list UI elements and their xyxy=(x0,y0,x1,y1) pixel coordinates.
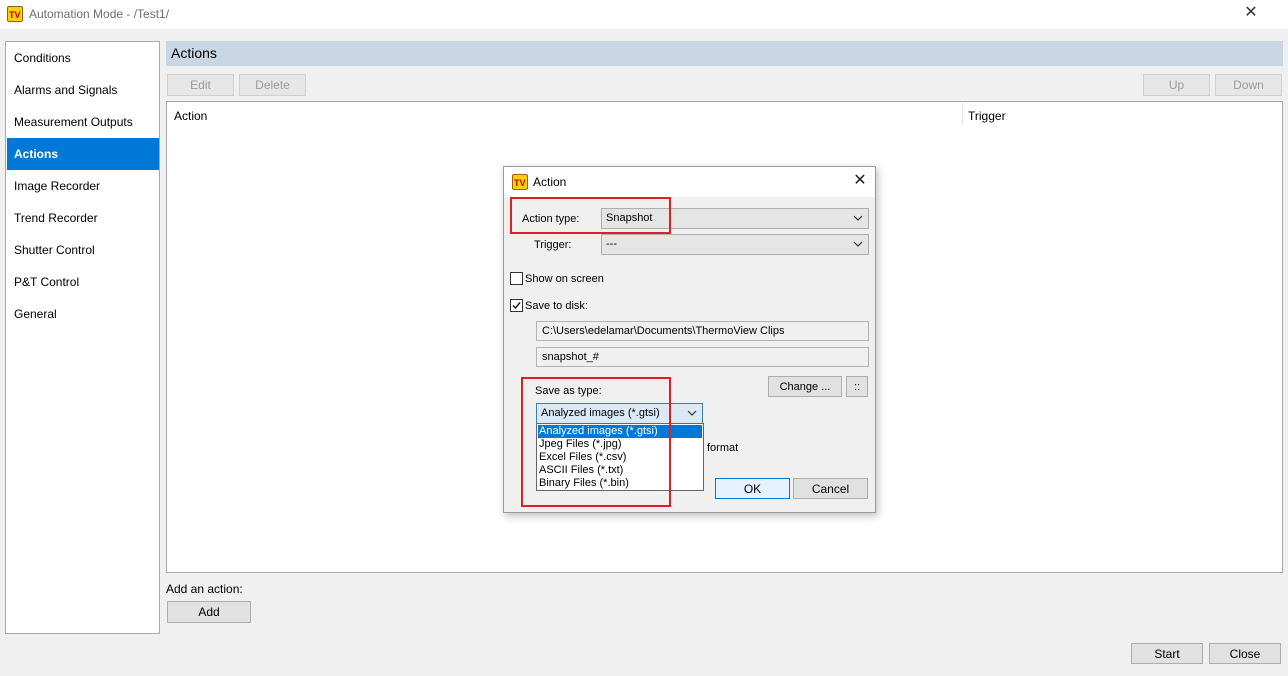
save-to-disk-checkbox[interactable] xyxy=(510,299,523,312)
section-header xyxy=(166,41,1283,66)
trigger-label: Trigger: xyxy=(534,239,572,251)
show-on-screen-label[interactable]: Show on screen xyxy=(525,273,604,285)
checkmark-icon xyxy=(512,302,521,310)
cancel-button[interactable]: Cancel xyxy=(793,478,868,499)
svg-text:TV: TV xyxy=(514,178,526,188)
up-button[interactable]: Up xyxy=(1143,74,1210,96)
delete-button[interactable]: Delete xyxy=(239,74,306,96)
down-button[interactable]: Down xyxy=(1215,74,1282,96)
svg-text:TV: TV xyxy=(9,10,21,20)
save-path-field[interactable]: C:\Users\edelamar\Documents\ThermoView C… xyxy=(536,321,869,341)
chevron-down-icon xyxy=(851,210,865,227)
nav-item-trend-recorder[interactable]: Trend Recorder xyxy=(7,202,159,234)
add-action-label: Add an action: xyxy=(166,582,243,596)
window-title-bar xyxy=(0,0,1288,29)
close-button[interactable]: Close xyxy=(1209,643,1281,664)
section-title: Actions xyxy=(171,45,217,61)
dialog-title: Action xyxy=(533,175,567,189)
edit-button[interactable]: Edit xyxy=(167,74,234,96)
change-path-button[interactable]: Change ... xyxy=(768,376,842,397)
save-to-disk-label[interactable]: Save to disk: xyxy=(525,300,588,312)
window-close-icon[interactable]: ✕ xyxy=(1242,4,1260,22)
column-header-action[interactable]: Action xyxy=(174,109,207,123)
nav-item-measurement-outputs[interactable]: Measurement Outputs xyxy=(7,106,159,138)
annotation-highlight-action-type xyxy=(510,197,671,234)
column-separator[interactable] xyxy=(962,103,963,125)
nav-item-shutter-control[interactable]: Shutter Control xyxy=(7,234,159,266)
ok-button[interactable]: OK xyxy=(715,478,790,499)
show-on-screen-checkbox[interactable] xyxy=(510,272,523,285)
column-header-trigger[interactable]: Trigger xyxy=(968,109,1006,123)
dialog-close-icon[interactable]: ✕ xyxy=(851,172,869,190)
start-button[interactable]: Start xyxy=(1131,643,1203,664)
add-button[interactable]: Add xyxy=(167,601,251,623)
chevron-down-icon xyxy=(685,405,699,422)
nav-item-image-recorder[interactable]: Image Recorder xyxy=(7,170,159,202)
nav-item-actions[interactable]: Actions xyxy=(7,138,159,170)
window-title: Automation Mode - /Test1/ xyxy=(29,7,170,21)
tv-app-icon: TV xyxy=(7,6,23,22)
chevron-down-icon xyxy=(851,236,865,253)
nav-item-general[interactable]: General xyxy=(7,298,159,330)
nav-item-pt-control[interactable]: P&T Control xyxy=(7,266,159,298)
path-options-button[interactable]: :: xyxy=(846,376,868,397)
tv-app-icon: TV xyxy=(512,174,528,190)
format-label: format xyxy=(707,442,739,454)
trigger-value: --- xyxy=(606,238,617,250)
nav-item-alarms-and-signals[interactable]: Alarms and Signals xyxy=(7,74,159,106)
settings-nav: Conditions Alarms and Signals Measuremen… xyxy=(5,41,160,634)
nav-item-conditions[interactable]: Conditions xyxy=(7,42,159,74)
filename-field[interactable]: snapshot_# xyxy=(536,347,869,367)
annotation-highlight-save-as-type xyxy=(521,377,671,507)
trigger-select[interactable]: --- xyxy=(601,234,869,255)
